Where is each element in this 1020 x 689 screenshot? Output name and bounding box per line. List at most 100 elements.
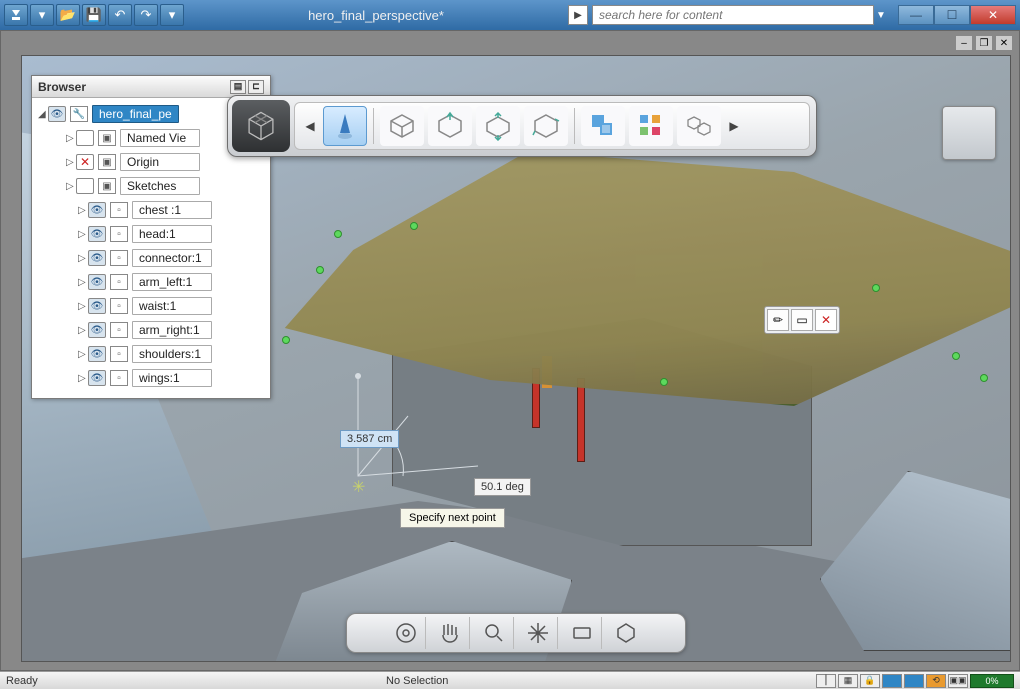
status-sep-icon[interactable]: ⎮ — [816, 674, 836, 688]
visibility-toggle[interactable]: 👁 — [88, 202, 106, 218]
open-file-button[interactable]: 📂 — [56, 4, 80, 26]
edit-handle[interactable] — [872, 284, 880, 292]
save-button[interactable]: 💾 — [82, 4, 106, 26]
tree-item-label: shoulders:1 — [139, 347, 201, 361]
svg-text:✳: ✳ — [352, 479, 365, 496]
expand-icon[interactable]: ▷ — [78, 205, 88, 216]
dual-view-icon[interactable]: ▣▣ — [948, 674, 968, 688]
tree-item-label: Sketches — [127, 179, 176, 193]
minimize-button[interactable]: — — [898, 5, 934, 25]
orbit-button[interactable] — [386, 617, 426, 649]
tree-item[interactable]: ▷👁▫arm_right:1 — [32, 318, 270, 342]
expand-icon[interactable]: ▷ — [78, 277, 88, 288]
new-file-button[interactable]: ▾ — [30, 4, 54, 26]
tree-item-label: waist:1 — [139, 299, 176, 313]
tree-item[interactable]: ▷👁▫connector:1 — [32, 246, 270, 270]
visibility-toggle[interactable]: 👁 — [48, 106, 66, 122]
visibility-toggle[interactable]: 👁 — [88, 370, 106, 386]
dimension-length-input[interactable]: 3.587 cm — [340, 430, 399, 448]
display-toggle-icon[interactable]: ▭ — [791, 309, 813, 331]
ribbon-prev-icon[interactable]: ◀ — [301, 106, 319, 146]
undo-button[interactable]: ↶ — [108, 4, 132, 26]
visibility-toggle[interactable]: 👁 — [88, 298, 106, 314]
browser-options-icon[interactable]: ▤ — [230, 80, 246, 94]
browser-pin-icon[interactable]: ⊏ — [248, 80, 264, 94]
expand-icon[interactable]: ▷ — [78, 325, 88, 336]
expand-icon[interactable]: ▷ — [78, 229, 88, 240]
edit-handle[interactable] — [660, 378, 668, 386]
display-mode-icon[interactable] — [882, 674, 902, 688]
maximize-button[interactable]: ☐ — [934, 5, 970, 25]
visibility-toggle[interactable]: 👁 — [88, 322, 106, 338]
edit-handle[interactable] — [282, 336, 290, 344]
qat-overflow-button[interactable]: ▾ — [160, 4, 184, 26]
browser-title: Browser — [38, 80, 86, 94]
expand-icon[interactable]: ▷ — [78, 253, 88, 264]
status-bar: Ready No Selection ⎮ ▦ 🔒 ⟲ ▣▣ 0% — [0, 671, 1020, 689]
visibility-toggle[interactable]: 👁 — [88, 274, 106, 290]
expand-icon[interactable]: ▷ — [66, 181, 76, 192]
prompt-tooltip: Specify next point — [400, 508, 505, 528]
tree-item[interactable]: ▷👁▫wings:1 — [32, 366, 270, 390]
modeling-ribbon[interactable]: ◀ — [227, 95, 817, 157]
expand-icon[interactable]: ▷ — [78, 301, 88, 312]
zoom-button[interactable] — [474, 617, 514, 649]
sweep-button[interactable] — [524, 106, 568, 146]
search-dropdown-icon[interactable]: ▼ — [874, 10, 888, 21]
sketch-options-icon[interactable]: ✏ — [767, 309, 789, 331]
edit-handle[interactable] — [316, 266, 324, 274]
ribbon-grip-icon[interactable] — [232, 100, 290, 152]
view-cube[interactable] — [942, 106, 996, 160]
expand-icon[interactable]: ▷ — [66, 157, 76, 168]
visibility-toggle[interactable] — [76, 130, 94, 146]
app-menu-button[interactable] — [4, 4, 28, 26]
tree-item[interactable]: ▷👁▫chest :1 — [32, 198, 270, 222]
visibility-toggle[interactable] — [76, 154, 94, 170]
sculpt-tool-button[interactable] — [323, 106, 367, 146]
close-button[interactable]: ✕ — [970, 5, 1016, 25]
doc-close-icon[interactable]: ✕ — [995, 35, 1013, 51]
grid-snap-icon[interactable]: ▦ — [838, 674, 858, 688]
search-input[interactable] — [592, 5, 874, 25]
cancel-sketch-icon[interactable]: ✕ — [815, 309, 837, 331]
redo-button[interactable]: ↷ — [134, 4, 158, 26]
expand-icon[interactable]: ▷ — [78, 349, 88, 360]
edit-handle[interactable] — [952, 352, 960, 360]
revolve-button[interactable] — [476, 106, 520, 146]
box-primitive-button[interactable] — [380, 106, 424, 146]
edit-handle[interactable] — [334, 230, 342, 238]
ribbon-next-icon[interactable]: ▶ — [725, 106, 743, 146]
doc-restore-icon[interactable]: ❐ — [975, 35, 993, 51]
visibility-toggle[interactable] — [76, 178, 94, 194]
lock-icon[interactable]: 🔒 — [860, 674, 880, 688]
tree-item[interactable]: ▷👁▫shoulders:1 — [32, 342, 270, 366]
tree-item[interactable]: ▷👁▫head:1 — [32, 222, 270, 246]
doc-min-icon[interactable]: – — [955, 35, 973, 51]
pattern-button[interactable] — [581, 106, 625, 146]
search-go-icon[interactable]: ▶ — [568, 5, 588, 25]
look-button[interactable] — [562, 617, 602, 649]
shading-icon[interactable] — [904, 674, 924, 688]
fit-view-button[interactable] — [606, 617, 646, 649]
edit-handle[interactable] — [410, 222, 418, 230]
edit-handle[interactable] — [980, 374, 988, 382]
component-icon: ▫ — [110, 202, 128, 218]
visibility-toggle[interactable]: 👁 — [88, 226, 106, 242]
context-mini-toolbar: ✏ ▭ ✕ — [764, 306, 840, 334]
pan-button[interactable] — [430, 617, 470, 649]
tree-item[interactable]: ▷👁▫waist:1 — [32, 294, 270, 318]
visibility-toggle[interactable]: 👁 — [88, 250, 106, 266]
array-button[interactable] — [629, 106, 673, 146]
merge-button[interactable] — [677, 106, 721, 146]
tree-item[interactable]: ▷ ▣ Sketches — [32, 174, 270, 198]
expand-icon[interactable]: ▷ — [66, 133, 76, 144]
tree-item[interactable]: ▷👁▫arm_left:1 — [32, 270, 270, 294]
component-icon: ▫ — [110, 226, 128, 242]
free-orbit-button[interactable] — [518, 617, 558, 649]
folder-icon: ▣ — [98, 178, 116, 194]
extrude-button[interactable] — [428, 106, 472, 146]
link-icon[interactable]: ⟲ — [926, 674, 946, 688]
collapse-icon[interactable]: ◢ — [38, 109, 48, 120]
visibility-toggle[interactable]: 👁 — [88, 346, 106, 362]
expand-icon[interactable]: ▷ — [78, 373, 88, 384]
